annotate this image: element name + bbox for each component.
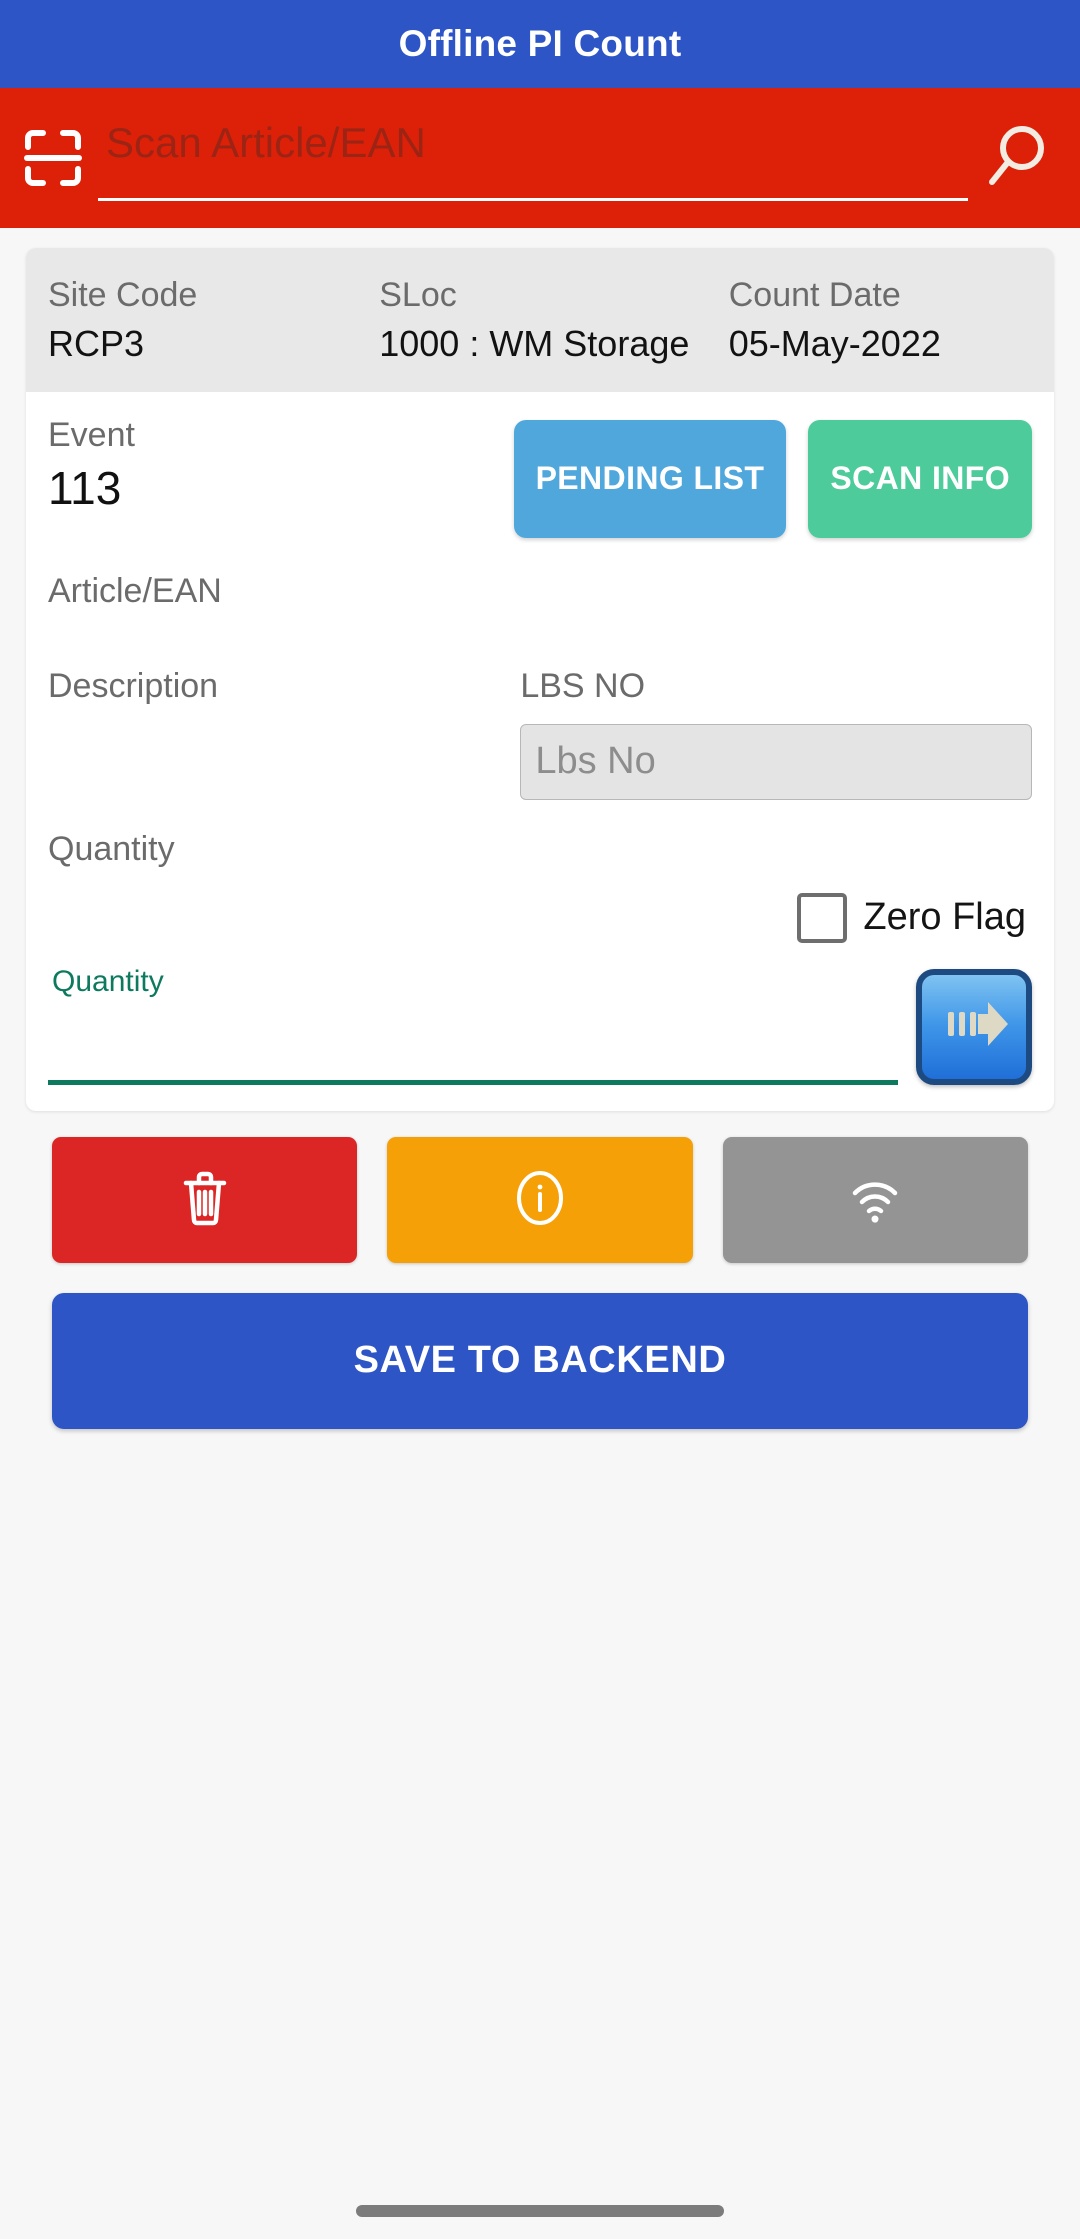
quantity-float-label: Quantity [52,964,164,998]
info-column-sloc: SLoc 1000 : WM Storage [365,274,715,366]
scan-search-bar: Scan Article/EAN [0,88,1080,228]
system-gesture-bar[interactable] [356,2205,724,2217]
quantity-input-underline [48,1079,898,1085]
event-row: Event 113 PENDING LIST SCAN INFO [26,392,1054,538]
lbs-no-block: LBS NO [520,667,1032,800]
connectivity-button[interactable] [722,1136,1028,1263]
event-label: Event [48,415,135,454]
search-icon[interactable] [978,122,1050,194]
quantity-input-wrapper[interactable]: Quantity [48,965,898,1085]
count-date-value: 05-May-2022 [728,322,941,364]
quantity-label-row: Quantity [26,800,1054,869]
quantity-label: Quantity [48,829,175,868]
lbs-no-input[interactable] [520,723,1032,800]
save-button-wrapper: SAVE TO BACKEND [26,1263,1054,1429]
save-to-backend-button[interactable]: SAVE TO BACKEND [52,1292,1028,1429]
zero-flag-row: Zero Flag [26,869,1054,943]
info-strip: Site Code RCP3 SLoc 1000 : WM Storage Co… [26,248,1054,392]
pending-list-button[interactable]: PENDING LIST [513,419,787,538]
event-value: 113 [48,461,122,514]
arrow-right-motion-icon [934,984,1014,1069]
article-ean-label: Article/EAN [48,571,222,610]
zero-flag-label: Zero Flag [863,896,1026,938]
sloc-value: 1000 : WM Storage [379,322,690,364]
info-column-site-code: Site Code RCP3 [26,274,365,366]
scan-info-button[interactable]: SCAN INFO [808,419,1032,538]
search-input-placeholder: Scan Article/EAN [106,119,426,166]
description-block: Description [48,667,520,706]
count-date-label: Count Date [728,276,901,314]
page-title: Offline PI Count [398,23,682,64]
submit-arrow-button[interactable] [916,968,1032,1085]
quantity-input[interactable] [48,1018,898,1079]
action-button-row [26,1111,1054,1263]
delete-button[interactable] [52,1136,358,1263]
app-bar: Offline PI Count [0,0,1080,88]
wifi-icon [843,1166,907,1233]
event-block: Event 113 [48,416,514,515]
description-label: Description [48,666,219,705]
main-content: Site Code RCP3 SLoc 1000 : WM Storage Co… [0,228,1080,1429]
header-action-buttons: PENDING LIST SCAN INFO [513,416,1032,538]
trash-icon [173,1166,237,1233]
description-lbs-row: Description LBS NO [26,611,1054,800]
info-button[interactable] [387,1136,693,1263]
count-entry-card: Site Code RCP3 SLoc 1000 : WM Storage Co… [26,248,1054,1111]
barcode-scan-icon[interactable] [22,127,84,189]
article-row: Article/EAN [26,538,1054,611]
site-code-value: RCP3 [48,322,145,364]
quantity-entry-row: Quantity [26,943,1054,1111]
zero-flag-checkbox[interactable] [797,892,848,943]
search-input-underline [98,198,968,201]
lbs-no-label: LBS NO [520,666,646,705]
info-circle-icon [508,1166,572,1233]
sloc-label: SLoc [379,276,457,314]
search-input-wrapper[interactable]: Scan Article/EAN [98,115,968,201]
info-column-count-date: Count Date 05-May-2022 [715,274,1054,366]
site-code-label: Site Code [48,276,198,314]
